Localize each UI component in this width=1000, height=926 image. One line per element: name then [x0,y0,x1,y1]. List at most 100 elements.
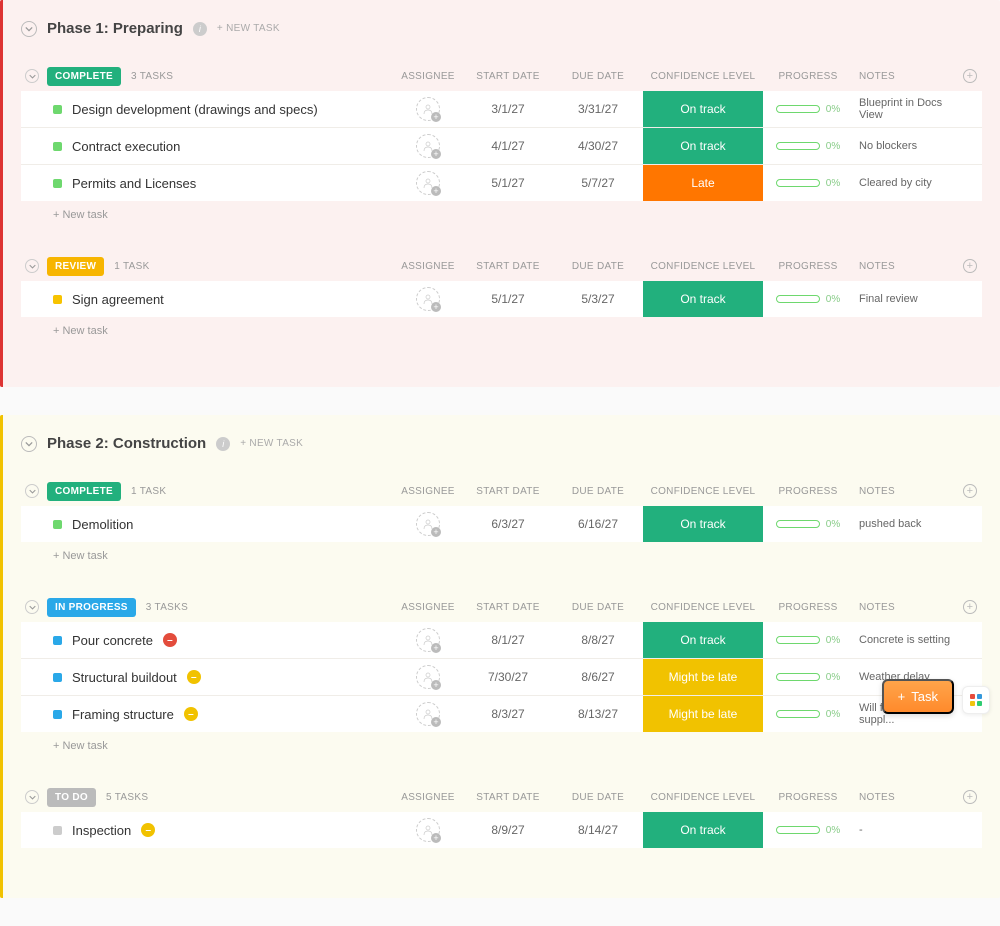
start-date-cell[interactable]: 8/3/27 [463,707,553,721]
confidence-pill[interactable]: Might be late [643,659,763,695]
progress-cell[interactable]: 0% [776,141,840,152]
task-row[interactable]: Inspection – + 8/9/27 8/14/27 On track 0… [21,812,982,848]
new-task-button[interactable]: + NEW TASK [217,23,280,34]
progress-cell[interactable]: 0% [776,294,840,305]
due-date-cell[interactable]: 6/16/27 [553,517,643,531]
status-chip[interactable]: IN PROGRESS [47,598,136,617]
collapse-group-button[interactable] [25,790,39,804]
add-column-button[interactable]: + [963,259,977,273]
assignee-placeholder[interactable]: + [416,665,440,689]
status-chip[interactable]: REVIEW [47,257,104,276]
status-square [53,142,62,151]
notes-cell[interactable]: pushed back [853,518,958,530]
task-row[interactable]: Sign agreement + 5/1/27 5/3/27 On track … [21,281,982,317]
task-row[interactable]: Structural buildout – + 7/30/27 8/6/27 M… [21,659,982,696]
chevron-down-icon [29,794,36,801]
due-date-cell[interactable]: 5/3/27 [553,292,643,306]
progress-cell[interactable]: 0% [776,519,840,530]
assignee-placeholder[interactable]: + [416,702,440,726]
status-chip[interactable]: TO DO [47,788,96,807]
notes-cell[interactable]: Blueprint in Docs View [853,97,958,121]
confidence-pill[interactable]: Might be late [643,696,763,732]
progress-cell[interactable]: 0% [776,672,840,683]
due-date-cell[interactable]: 3/31/27 [553,102,643,116]
task-row[interactable]: Pour concrete – + 8/1/27 8/8/27 On track… [21,622,982,659]
apps-button[interactable] [962,686,990,714]
progress-cell[interactable]: 0% [776,635,840,646]
task-row[interactable]: Demolition + 6/3/27 6/16/27 On track 0% … [21,506,982,542]
task-name: Structural buildout [72,670,177,685]
new-task-row[interactable]: + New task [21,542,982,562]
collapse-phase-button[interactable] [21,436,37,452]
start-date-cell[interactable]: 3/1/27 [463,102,553,116]
progress-cell[interactable]: 0% [776,709,840,720]
notes-cell[interactable]: Concrete is setting [853,634,958,646]
info-icon[interactable]: i [193,22,207,36]
add-column-button[interactable]: + [963,484,977,498]
fab-label: Task [911,689,938,704]
due-date-cell[interactable]: 8/6/27 [553,670,643,684]
due-date-cell[interactable]: 8/14/27 [553,823,643,837]
confidence-pill[interactable]: On track [643,812,763,848]
col-confidence: CONFIDENCE LEVEL [643,261,763,272]
info-icon[interactable]: i [216,437,230,451]
new-task-row[interactable]: + New task [21,732,982,752]
collapse-phase-button[interactable] [21,21,37,37]
due-date-cell[interactable]: 8/8/27 [553,633,643,647]
collapse-group-button[interactable] [25,484,39,498]
add-column-button[interactable]: + [963,790,977,804]
apps-icon [970,694,982,706]
task-group: IN PROGRESS 3 TASKS ASSIGNEE START DATE … [21,592,982,752]
notes-cell[interactable]: Final review [853,293,958,305]
start-date-cell[interactable]: 4/1/27 [463,139,553,153]
start-date-cell[interactable]: 8/1/27 [463,633,553,647]
start-date-cell[interactable]: 5/1/27 [463,292,553,306]
confidence-pill[interactable]: On track [643,506,763,542]
task-row[interactable]: Framing structure – + 8/3/27 8/13/27 Mig… [21,696,982,732]
due-date-cell[interactable]: 5/7/27 [553,176,643,190]
status-chip[interactable]: COMPLETE [47,482,121,501]
due-date-cell[interactable]: 4/30/27 [553,139,643,153]
notes-cell[interactable]: Cleared by city [853,177,958,189]
assignee-placeholder[interactable]: + [416,171,440,195]
start-date-cell[interactable]: 6/3/27 [463,517,553,531]
new-task-row[interactable]: + New task [21,317,982,337]
new-task-row[interactable]: + New task [21,201,982,221]
task-name: Pour concrete [72,633,153,648]
start-date-cell[interactable]: 5/1/27 [463,176,553,190]
task-row[interactable]: Design development (drawings and specs) … [21,91,982,128]
assignee-placeholder[interactable]: + [416,818,440,842]
assignee-placeholder[interactable]: + [416,287,440,311]
due-date-cell[interactable]: 8/13/27 [553,707,643,721]
confidence-pill[interactable]: On track [643,281,763,317]
progress-cell[interactable]: 0% [776,178,840,189]
notes-cell[interactable]: - [853,824,958,836]
new-task-button[interactable]: + NEW TASK [240,438,303,449]
add-task-fab[interactable]: + Task [882,679,954,714]
start-date-cell[interactable]: 7/30/27 [463,670,553,684]
collapse-group-button[interactable] [25,69,39,83]
confidence-pill[interactable]: On track [643,91,763,127]
add-column-button[interactable]: + [963,69,977,83]
add-column-button[interactable]: + [963,600,977,614]
col-assignee: ASSIGNEE [393,71,463,82]
progress-cell[interactable]: 0% [776,825,840,836]
status-square [53,105,62,114]
progress-cell[interactable]: 0% [776,104,840,115]
assignee-placeholder[interactable]: + [416,628,440,652]
task-row[interactable]: Permits and Licenses + 5/1/27 5/7/27 Lat… [21,165,982,201]
task-row[interactable]: Contract execution + 4/1/27 4/30/27 On t… [21,128,982,165]
task-count: 1 TASK [131,486,166,497]
assignee-placeholder[interactable]: + [416,134,440,158]
col-assignee: ASSIGNEE [393,261,463,272]
confidence-pill[interactable]: On track [643,128,763,164]
confidence-pill[interactable]: Late [643,165,763,201]
collapse-group-button[interactable] [25,600,39,614]
assignee-placeholder[interactable]: + [416,97,440,121]
confidence-pill[interactable]: On track [643,622,763,658]
notes-cell[interactable]: No blockers [853,140,958,152]
assignee-placeholder[interactable]: + [416,512,440,536]
status-chip[interactable]: COMPLETE [47,67,121,86]
start-date-cell[interactable]: 8/9/27 [463,823,553,837]
collapse-group-button[interactable] [25,259,39,273]
